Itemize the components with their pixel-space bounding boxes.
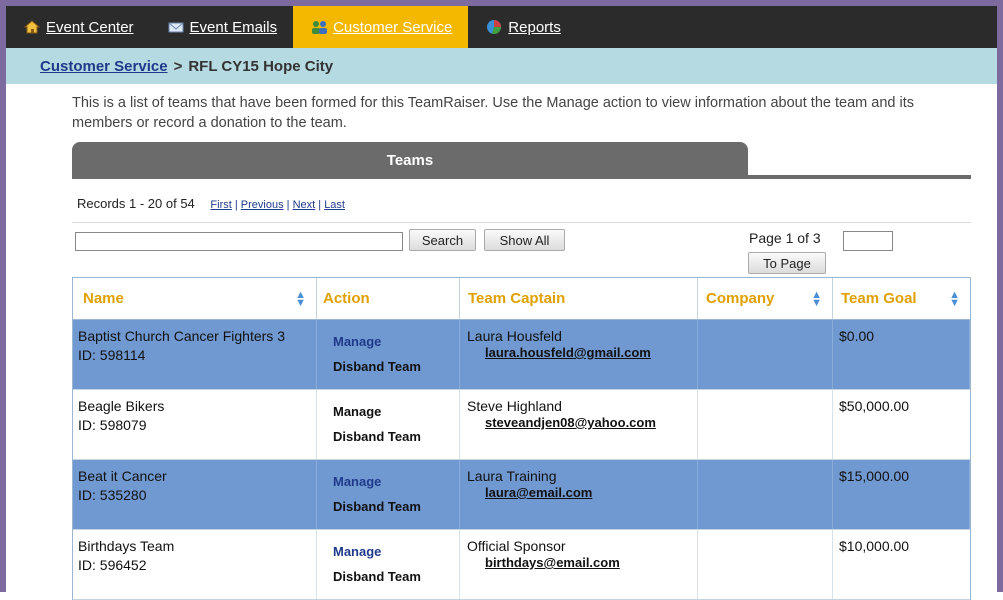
sort-icon[interactable]: ▲ ▼ — [811, 289, 822, 308]
records-summary-bar: Records 1 - 20 of 54 First | Previous | … — [77, 196, 345, 211]
nav-tab-label: Customer Service — [333, 18, 453, 36]
show-all-button[interactable]: Show All — [484, 229, 565, 251]
captain-email-link[interactable]: birthdays@email.com — [485, 555, 697, 570]
divider — [72, 222, 971, 223]
pager-next-link[interactable]: Next — [293, 199, 316, 211]
nav-tab-label: Event Emails — [189, 18, 278, 36]
table-header-row: Name ▲ ▼ Action Team Captain Company ▲ ▼ T… — [73, 278, 970, 320]
team-id: ID: 598114 — [78, 347, 146, 363]
team-goal-cell: $15,000.00 — [833, 460, 970, 529]
column-header-company[interactable]: Company ▲ ▼ — [698, 278, 833, 319]
header-label: Action — [323, 290, 370, 307]
table-row: Birthdays Team ID: 596452 Manage Disband… — [73, 530, 970, 600]
table-row: Baptist Church Cancer Fighters 3 ID: 598… — [73, 320, 970, 390]
to-page-button[interactable]: To Page — [748, 252, 826, 274]
search-button[interactable]: Search — [409, 229, 476, 251]
captain-email-link[interactable]: laura@email.com — [485, 485, 697, 500]
page-number-input[interactable] — [843, 231, 893, 251]
team-goal-cell: $50,000.00 — [839, 398, 910, 414]
captain-email-link[interactable]: laura.housfeld@gmail.com — [485, 345, 697, 360]
header-label: Company — [706, 290, 775, 307]
pager-last-link[interactable]: Last — [324, 199, 345, 211]
nav-tab-reports[interactable]: Reports — [468, 6, 577, 48]
table-row: Beat it Cancer ID: 535280 Manage Disband… — [73, 460, 970, 530]
pager-previous-link[interactable]: Previous — [241, 199, 284, 211]
header-label: Team Captain — [468, 290, 566, 307]
breadcrumb: Customer Service > RFL CY15 Hope City — [6, 48, 997, 84]
captain-cell: Steve Highland steveandjen08@yahoo.com — [460, 390, 698, 459]
pager-first-link[interactable]: First — [210, 199, 231, 211]
action-cell: Manage Disband Team — [317, 460, 460, 529]
team-goal-cell: $10,000.00 — [839, 538, 910, 554]
team-name-cell: Baptist Church Cancer Fighters 3 ID: 598… — [73, 320, 317, 389]
captain-email-link[interactable]: steveandjen08@yahoo.com — [485, 415, 697, 430]
company-cell — [698, 320, 833, 389]
section-divider — [748, 175, 971, 179]
company-cell — [698, 530, 833, 599]
team-name-cell: Beat it Cancer ID: 535280 — [73, 460, 317, 529]
breadcrumb-separator: > — [173, 57, 183, 75]
captain-name: Laura Training — [467, 468, 557, 484]
team-name-cell: Birthdays Team ID: 596452 — [73, 530, 317, 599]
team-name: Baptist Church Cancer Fighters 3 — [78, 328, 285, 344]
disband-team-link[interactable]: Disband Team — [333, 429, 459, 444]
breadcrumb-current: RFL CY15 Hope City — [188, 57, 334, 75]
pie-chart-icon — [486, 19, 502, 35]
column-header-team-goal[interactable]: Team Goal ▲ ▼ — [833, 278, 970, 319]
page-indicator: Page 1 of 3 — [749, 230, 821, 246]
records-summary: Records 1 - 20 of 54 — [77, 196, 195, 211]
nav-tab-customer-service[interactable]: Customer Service — [293, 6, 469, 48]
captain-name: Laura Housfeld — [467, 328, 562, 344]
action-cell: Manage Disband Team — [317, 320, 460, 389]
column-header-name[interactable]: Name ▲ ▼ — [73, 278, 317, 319]
manage-link[interactable]: Manage — [333, 334, 459, 349]
intro-text: This is a list of teams that have been f… — [72, 95, 914, 131]
envelope-icon — [168, 19, 184, 35]
captain-cell: Laura Training laura@email.com — [460, 460, 698, 529]
action-cell: Manage Disband Team — [317, 530, 460, 599]
manage-link[interactable]: Manage — [333, 474, 459, 489]
nav-tab-label: Event Center — [46, 18, 134, 36]
captain-cell: Official Sponsor birthdays@email.com — [460, 530, 698, 599]
action-cell: Manage Disband Team — [317, 390, 460, 459]
table-row: Beagle Bikers ID: 598079 Manage Disband … — [73, 390, 970, 460]
nav-tab-event-center[interactable]: Event Center — [6, 6, 150, 48]
disband-team-link[interactable]: Disband Team — [333, 569, 459, 584]
team-goal-cell: $0.00 — [833, 320, 970, 389]
header-label: Name — [83, 290, 124, 307]
people-icon — [311, 19, 328, 35]
team-id: ID: 535280 — [78, 487, 147, 503]
manage-link[interactable]: Manage — [333, 404, 459, 419]
manage-link[interactable]: Manage — [333, 544, 459, 559]
sort-icon[interactable]: ▲ ▼ — [949, 289, 960, 308]
nav-tab-event-emails[interactable]: Event Emails — [150, 6, 294, 48]
nav-tab-label: Reports — [508, 18, 561, 36]
captain-name: Official Sponsor — [467, 538, 566, 554]
teams-section-header: Teams — [72, 142, 748, 179]
captain-cell: Laura Housfeld laura.housfeld@gmail.com — [460, 320, 698, 389]
team-name: Birthdays Team — [78, 538, 175, 554]
team-name-cell: Beagle Bikers ID: 598079 — [73, 390, 317, 459]
breadcrumb-link-customer-service[interactable]: Customer Service — [40, 58, 168, 75]
team-id: ID: 598079 — [78, 417, 147, 433]
company-cell — [698, 390, 833, 459]
teams-table: Name ▲ ▼ Action Team Captain Company ▲ ▼ T… — [72, 277, 971, 600]
section-title: Teams — [386, 152, 434, 169]
company-cell — [698, 460, 833, 529]
disband-team-link[interactable]: Disband Team — [333, 499, 459, 514]
team-id: ID: 596452 — [78, 557, 147, 573]
team-name: Beat it Cancer — [78, 468, 167, 484]
pager: First | Previous | Next | Last — [210, 199, 345, 211]
search-input[interactable] — [75, 232, 403, 251]
captain-name: Steve Highland — [467, 398, 562, 414]
top-nav: Event Center Event Emails Customer Servi… — [6, 6, 997, 48]
header-label: Team Goal — [841, 290, 917, 307]
team-name: Beagle Bikers — [78, 398, 165, 414]
column-header-action: Action — [317, 278, 460, 319]
column-header-team-captain: Team Captain — [460, 278, 698, 319]
sort-icon[interactable]: ▲ ▼ — [295, 289, 306, 308]
disband-team-link[interactable]: Disband Team — [333, 359, 459, 374]
home-icon — [23, 19, 41, 35]
